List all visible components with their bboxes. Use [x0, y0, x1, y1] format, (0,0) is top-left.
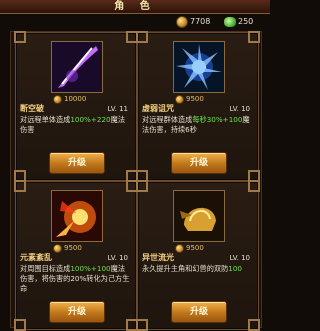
upgrade-button[interactable]: 升级: [171, 152, 227, 174]
skill-card: 9500 元素紊乱 LV. 10 对周围目标造成100%+100魔法伤害，将伤害…: [14, 180, 138, 331]
gold-coin-icon: [53, 243, 62, 253]
skill-card: 9500 异世流光 LV. 10 永久提升主角和幻兽的双防100 升级: [136, 180, 260, 331]
gem-display: 250: [224, 15, 253, 29]
skill-name: 元素紊乱: [20, 253, 52, 262]
skill-level: LV. 10: [229, 105, 250, 113]
gold-coin-icon: [175, 94, 184, 104]
skill-name: 虚弱诅咒: [142, 104, 174, 113]
skill-card: 10000 断空破 LV. 11 对远程单体造成100%+220魔法伤害 升级: [14, 31, 138, 182]
skill-level: LV. 10: [107, 254, 128, 262]
gold-amount: 7708: [190, 17, 211, 26]
skill-description: 对周围目标造成100%+100魔法伤害，将伤害的20%转化为己方生命: [20, 264, 130, 293]
skill-description: 对远程群体造成每秒30%+100魔法伤害，持续6秒: [142, 115, 250, 134]
title-bar: 角 色: [0, 0, 270, 14]
page-title: 角 色: [114, 1, 156, 12]
skill-cost: 9500: [175, 243, 204, 253]
gem-amount: 250: [238, 17, 254, 26]
skill-cost: 9500: [53, 243, 82, 253]
skill-name: 断空破: [20, 104, 44, 113]
skill-description: 对远程单体造成100%+220魔法伤害: [20, 115, 126, 134]
fire-burst-icon[interactable]: [51, 190, 103, 242]
skill-description: 永久提升主角和幻兽的双防100: [142, 264, 242, 273]
purple-slash-icon[interactable]: [51, 41, 103, 93]
skill-card: 9500 虚弱诅咒 LV. 10 对远程群体造成每秒30%+100魔法伤害，持续…: [136, 31, 260, 182]
skill-level: LV. 10: [229, 254, 250, 262]
gold-coin-icon: [53, 94, 62, 104]
blue-lightning-icon[interactable]: [173, 41, 225, 93]
gold-coin-icon: [176, 15, 188, 28]
skill-level: LV. 11: [107, 105, 128, 113]
gold-coin-icon: [175, 243, 184, 253]
upgrade-button[interactable]: 升级: [171, 301, 227, 323]
gold-display: 7708: [176, 15, 210, 29]
gem-icon: [224, 16, 236, 27]
skill-name: 异世流光: [142, 253, 174, 262]
skills-panel: 10000 断空破 LV. 11 对远程单体造成100%+220魔法伤害 升级 …: [10, 31, 262, 331]
upgrade-button[interactable]: 升级: [49, 301, 105, 323]
golden-helm-icon[interactable]: [173, 190, 225, 242]
upgrade-button[interactable]: 升级: [49, 152, 105, 174]
skill-cost: 10000: [53, 94, 86, 104]
skill-cost: 9500: [175, 94, 204, 104]
